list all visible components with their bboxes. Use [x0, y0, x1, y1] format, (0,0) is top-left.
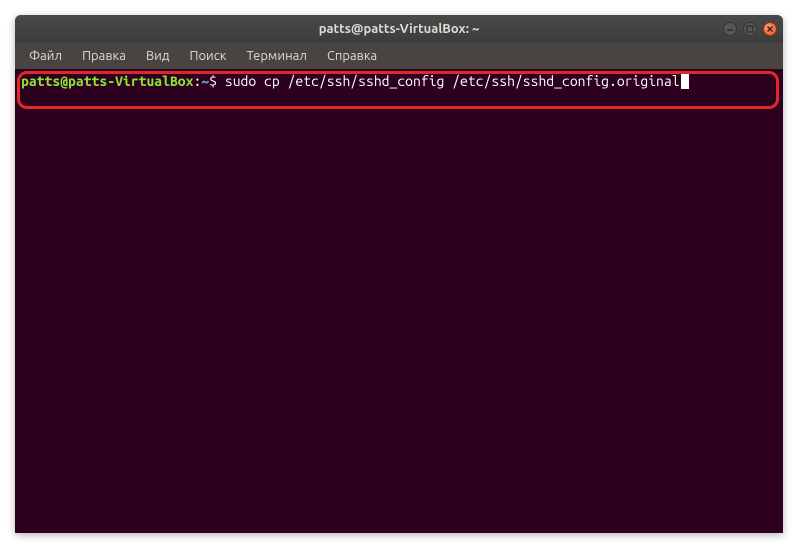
window-title: patts@patts-VirtualBox: ~ [319, 22, 480, 36]
command-text: sudo cp /etc/ssh/sshd_config /etc/ssh/ss… [225, 73, 680, 89]
terminal-window: patts@patts-VirtualBox: ~ Файл Пр [15, 15, 783, 533]
menu-help[interactable]: Справка [317, 45, 387, 67]
terminal-line: patts@patts-VirtualBox:~$ sudo cp /etc/s… [21, 73, 777, 90]
window-titlebar: patts@patts-VirtualBox: ~ [15, 15, 783, 43]
menu-search[interactable]: Поиск [179, 45, 236, 67]
window-controls [723, 22, 777, 36]
menu-edit[interactable]: Правка [72, 45, 136, 67]
maximize-icon [746, 25, 754, 33]
menu-terminal[interactable]: Терминал [236, 45, 316, 67]
minimize-button[interactable] [723, 22, 737, 36]
prompt-path: ~ [201, 73, 209, 89]
close-button[interactable] [763, 22, 777, 36]
cursor [681, 74, 689, 89]
close-icon [766, 25, 774, 33]
minimize-icon [726, 25, 734, 33]
maximize-button[interactable] [743, 22, 757, 36]
prompt-user-host: patts@patts-VirtualBox [21, 73, 193, 89]
menu-file[interactable]: Файл [19, 45, 72, 67]
menubar: Файл Правка Вид Поиск Терминал Справка [15, 43, 783, 69]
terminal-body[interactable]: patts@patts-VirtualBox:~$ sudo cp /etc/s… [15, 69, 783, 533]
prompt-dollar: $ [209, 73, 225, 89]
menu-view[interactable]: Вид [136, 45, 180, 67]
